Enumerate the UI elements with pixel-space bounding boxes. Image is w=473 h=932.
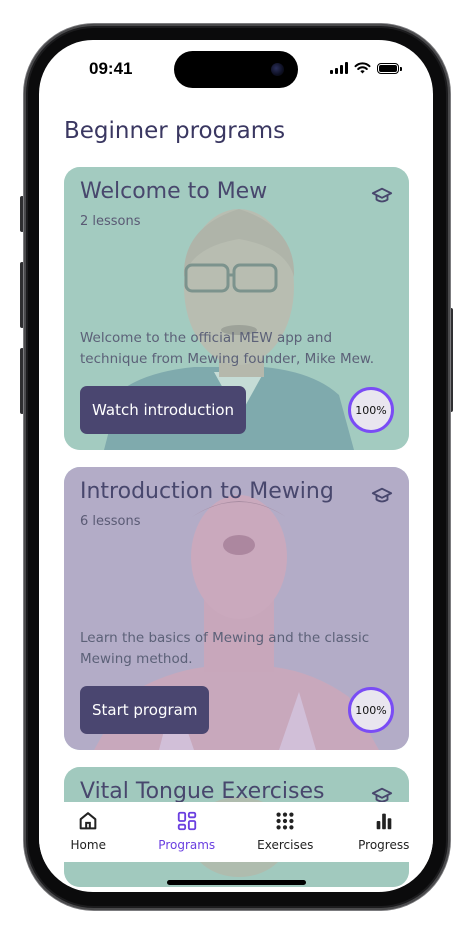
- home-indicator: [167, 880, 306, 885]
- page-title: Beginner programs: [64, 118, 286, 144]
- tab-home[interactable]: Home: [43, 810, 133, 852]
- tab-label: Programs: [158, 838, 216, 852]
- tab-progress[interactable]: Progress: [339, 810, 429, 852]
- progress-indicator: 100%: [348, 387, 394, 433]
- program-title: Introduction to Mewing: [80, 479, 334, 504]
- program-title: Welcome to Mew: [80, 179, 268, 204]
- bar-chart-icon: [376, 813, 392, 830]
- progress-indicator: 100%: [348, 687, 394, 733]
- status-icons: [330, 62, 402, 74]
- cellular-signal-icon: [330, 62, 348, 74]
- tab-exercises[interactable]: Exercises: [240, 810, 330, 852]
- app-screen: 09:41 Beginner programs Welcome to Mew 2…: [39, 40, 433, 892]
- lessons-count: 2 lessons: [80, 214, 141, 229]
- tab-label: Progress: [358, 838, 410, 852]
- home-icon: [79, 812, 97, 830]
- tab-programs[interactable]: Programs: [142, 810, 232, 852]
- wifi-icon: [354, 62, 371, 74]
- program-title: Vital Tongue Exercises: [80, 779, 325, 804]
- dynamic-island: [174, 51, 298, 88]
- programs-grid-icon: [177, 811, 196, 831]
- watch-introduction-button[interactable]: Watch introduction: [80, 386, 247, 434]
- camera-lens-icon: [271, 63, 284, 76]
- graduation-cap-icon: [371, 487, 393, 503]
- program-card-introduction[interactable]: Introduction to Mewing 6 lessons Learn t…: [64, 467, 409, 750]
- battery-icon: [377, 62, 402, 74]
- program-description: Learn the basics of Mewing and the class…: [80, 630, 370, 667]
- lessons-count: 6 lessons: [80, 514, 141, 529]
- dots-grid-icon: [276, 812, 294, 830]
- program-description: Welcome to the official MEW app and tech…: [80, 330, 374, 367]
- program-card-welcome[interactable]: Welcome to Mew 2 lessons Welcome to the …: [64, 167, 409, 450]
- tab-label: Home: [70, 838, 106, 852]
- status-time: 09:41: [89, 59, 133, 78]
- start-program-button[interactable]: Start program: [80, 686, 210, 734]
- graduation-cap-icon: [371, 187, 393, 203]
- bottom-tab-bar: Home Programs Exercises Progress: [39, 802, 433, 862]
- tab-label: Exercises: [257, 838, 314, 852]
